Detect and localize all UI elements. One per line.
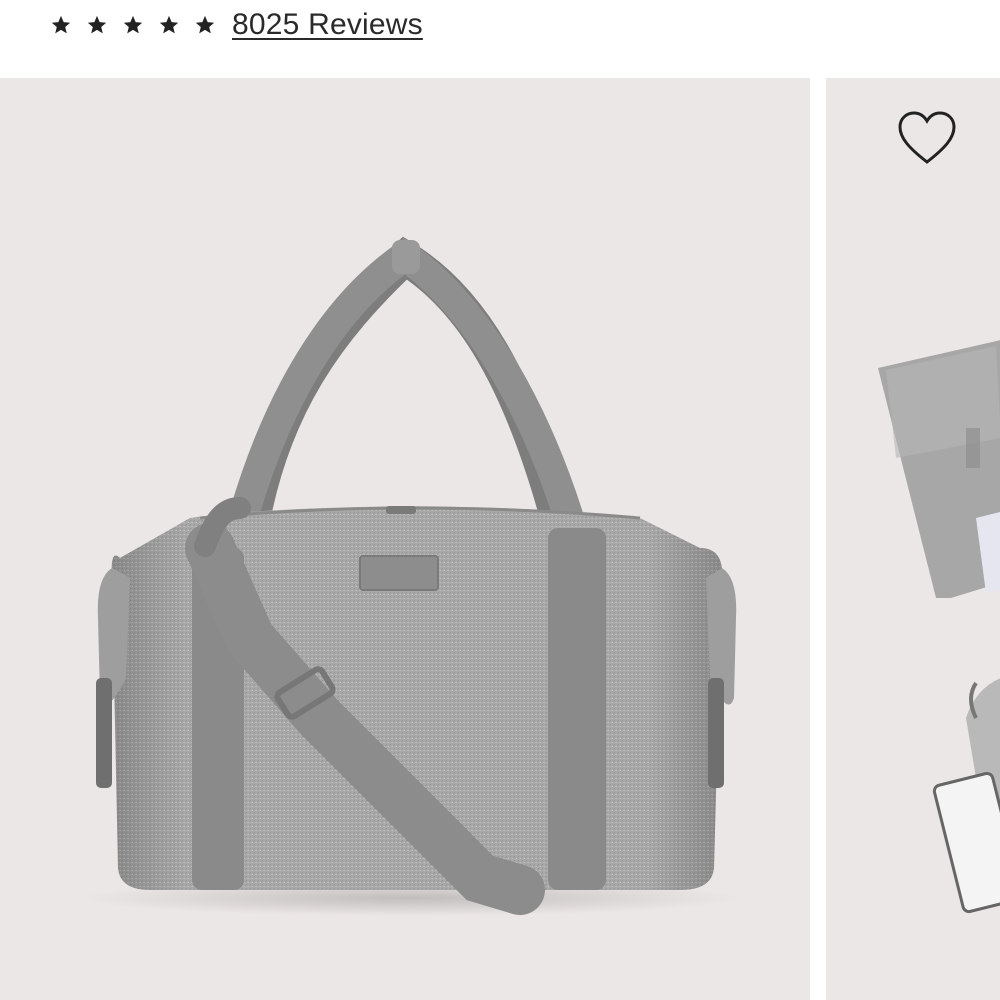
product-image-next[interactable] <box>826 78 1000 1000</box>
star-icon <box>194 14 216 36</box>
rating-row: 8025 Reviews <box>50 0 423 50</box>
heart-outline-icon <box>898 111 956 164</box>
bag-contents-image <box>878 340 1000 914</box>
favorite-button[interactable] <box>896 108 958 170</box>
star-icon <box>86 14 108 36</box>
product-image-main[interactable] <box>0 78 810 1000</box>
star-rating <box>50 14 216 36</box>
reviews-link[interactable]: 8025 Reviews <box>232 8 423 42</box>
star-icon <box>158 14 180 36</box>
star-icon <box>50 14 72 36</box>
duffel-bag-image <box>80 236 740 916</box>
star-icon <box>122 14 144 36</box>
